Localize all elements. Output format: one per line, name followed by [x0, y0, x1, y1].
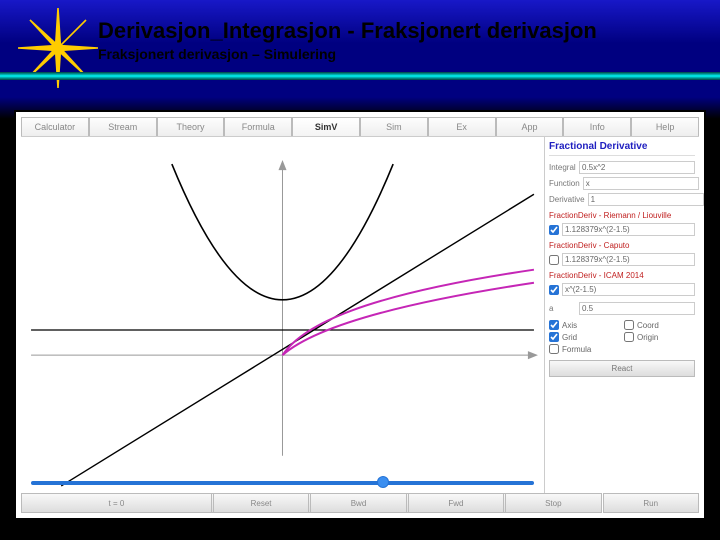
frac-rl-label: FractionDeriv - Riemann / Liouville	[549, 211, 695, 220]
grid-checkbox[interactable]	[549, 332, 559, 342]
coord-checkbox[interactable]	[624, 320, 634, 330]
bottom-controls: t = 0 Reset Bwd Fwd Stop Run	[21, 493, 699, 513]
reset-button[interactable]: Reset	[213, 493, 309, 513]
divider-bar	[0, 72, 720, 80]
coord-label: Coord	[637, 321, 659, 330]
stop-button[interactable]: Stop	[505, 493, 601, 513]
function-input[interactable]	[583, 177, 699, 190]
a-input[interactable]	[579, 302, 695, 315]
tab-calculator[interactable]: Calculator	[21, 117, 89, 136]
tab-formula[interactable]: Formula	[224, 117, 292, 136]
axis-checkbox[interactable]	[549, 320, 559, 330]
frac-icam-value[interactable]	[562, 283, 695, 296]
plot-area: >|<<|>|>|	[21, 137, 544, 513]
tab-simv[interactable]: SimV	[292, 117, 360, 136]
tab-app[interactable]: App	[496, 117, 564, 136]
page-subtitle: Fraksjonert derivasjon – Simulering	[98, 46, 336, 62]
tab-bar: CalculatorStreamTheoryFormulaSimVSimExAp…	[21, 117, 699, 137]
side-panel: Fractional Derivative Integral Function …	[544, 137, 699, 513]
derivative-input[interactable]	[588, 193, 704, 206]
slider-track	[31, 481, 534, 485]
a-label: a	[549, 304, 576, 313]
app-window: CalculatorStreamTheoryFormulaSimVSimExAp…	[14, 110, 706, 520]
grid-label: Grid	[562, 333, 577, 342]
frac-rl-checkbox[interactable]	[549, 225, 559, 235]
tab-stream[interactable]: Stream	[89, 117, 157, 136]
slider-thumb[interactable]	[377, 476, 389, 488]
function-label: Function	[549, 179, 580, 188]
react-button[interactable]: React	[549, 360, 695, 377]
frac-caputo-label: FractionDeriv - Caputo	[549, 241, 695, 250]
formula-label: Formula	[562, 345, 591, 354]
tab-info[interactable]: Info	[563, 117, 631, 136]
frac-rl-value[interactable]	[562, 223, 695, 236]
formula-checkbox[interactable]	[549, 344, 559, 354]
bwd-button[interactable]: Bwd	[310, 493, 406, 513]
run-button[interactable]: Run	[603, 493, 699, 513]
fwd-button[interactable]: Fwd	[408, 493, 504, 513]
tab-ex[interactable]: Ex	[428, 117, 496, 136]
time-slider[interactable]	[31, 479, 534, 487]
axis-label: Axis	[562, 321, 577, 330]
frac-caputo-value[interactable]	[562, 253, 695, 266]
derivative-label: Derivative	[549, 195, 585, 204]
page-title: Derivasjon_Integrasjon - Fraksjonert der…	[98, 18, 597, 44]
panel-title: Fractional Derivative	[549, 141, 695, 156]
integral-label: Integral	[549, 163, 576, 172]
tab-help[interactable]: Help	[631, 117, 699, 136]
origin-label: Origin	[637, 333, 658, 342]
tab-theory[interactable]: Theory	[157, 117, 225, 136]
frac-caputo-checkbox[interactable]	[549, 255, 559, 265]
time-display: t = 0	[21, 493, 212, 513]
frac-icam-label: FractionDeriv - ICAM 2014	[549, 271, 695, 280]
frac-icam-checkbox[interactable]	[549, 285, 559, 295]
integral-input[interactable]	[579, 161, 695, 174]
tab-sim[interactable]: Sim	[360, 117, 428, 136]
origin-checkbox[interactable]	[624, 332, 634, 342]
